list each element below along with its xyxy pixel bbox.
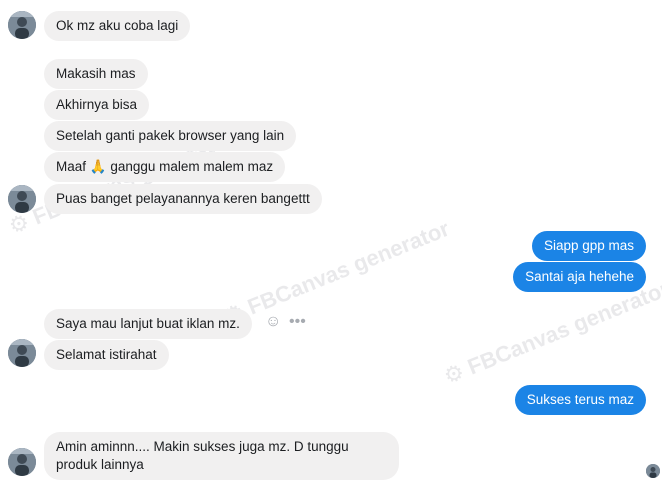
message-text: ganggu malem malem maz	[110, 159, 274, 174]
message-bubble-incoming[interactable]: Amin aminnn.... Makin sukses juga mz. D …	[44, 432, 399, 480]
watermark-text: ⚙FBCanvas generator	[220, 216, 453, 330]
pray-emoji-icon: 🙏	[89, 159, 107, 174]
message-text: Maaf	[56, 159, 87, 174]
watermark-text: ⚙FBCanvas generator	[440, 275, 662, 390]
message-bubble-outgoing[interactable]: Santai aja hehehe	[513, 262, 646, 292]
message-bubble-incoming[interactable]: Ok mz aku coba lagi	[44, 11, 191, 41]
more-dots-icon[interactable]: •••	[289, 314, 306, 330]
user-avatar[interactable]	[8, 185, 36, 213]
message-bubble-incoming[interactable]: Setelah ganti pakek browser yang lain	[44, 121, 297, 151]
message-bubble-incoming[interactable]: Maaf 🙏 ganggu malem malem maz	[44, 152, 286, 182]
seen-avatar	[646, 464, 660, 478]
user-avatar[interactable]	[8, 11, 36, 39]
message-bubble-outgoing[interactable]: Siapp gpp mas	[531, 231, 646, 261]
gear-icon: ⚙	[5, 208, 33, 240]
user-avatar[interactable]	[8, 448, 36, 476]
message-bubble-incoming[interactable]: Selamat istirahat	[44, 340, 169, 370]
smiley-icon[interactable]: ☺	[265, 314, 281, 330]
gear-icon: ⚙	[440, 358, 468, 390]
message-bubble-incoming[interactable]: Makasih mas	[44, 59, 148, 89]
message-bubble-outgoing[interactable]: Sukses terus maz	[514, 385, 646, 415]
message-bubble-incoming[interactable]: Puas banget pelayanannya keren bangettt	[44, 184, 322, 214]
user-avatar[interactable]	[8, 339, 36, 367]
message-bubble-incoming[interactable]: Akhirnya bisa	[44, 90, 150, 120]
message-bubble-incoming[interactable]: Saya mau lanjut buat iklan mz.	[44, 309, 252, 339]
